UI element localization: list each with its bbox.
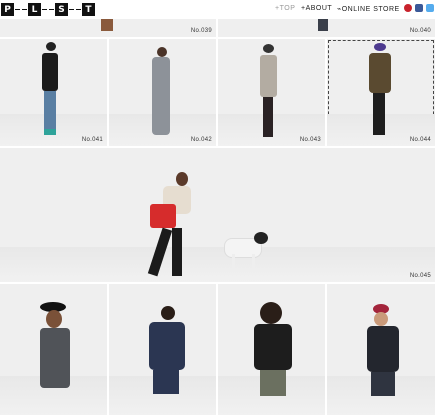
look-tile-039[interactable]: No.039 [0,19,216,37]
pinterest-icon[interactable] [404,4,412,12]
model-figure [263,44,274,53]
header-bar: P L S T +TOP +ABOUT ⌁ONLINE STORE [0,0,435,19]
model-figure [260,55,277,97]
nav-top-link[interactable]: +TOP [275,5,295,12]
look-tile-bottom-2[interactable] [109,284,216,415]
look-tile-bottom-4[interactable] [327,284,435,415]
model-figure [260,370,286,396]
look-tile-040[interactable]: No.040 [218,19,435,37]
look-number: No.039 [190,28,212,34]
model-figure [46,42,56,51]
model-figure [263,97,273,137]
nav-about-link[interactable]: +ABOUT [301,5,332,12]
logo-letter-p: P [1,3,14,16]
dog-figure [252,254,255,270]
look-tile-044[interactable]: No.044 [327,39,435,146]
look-number: No.041 [81,137,103,143]
look-number: No.040 [409,28,431,34]
logo-letter-l: L [28,3,41,16]
look-tile-043[interactable]: No.043 [218,39,325,146]
model-figure [157,47,167,57]
model-figure [161,306,175,320]
look-number: No.045 [409,273,431,279]
dog-figure [254,232,268,244]
model-figure [153,370,179,394]
model-figure [373,93,385,135]
model-figure [369,53,391,93]
model-figure [46,310,62,328]
look-number: No.043 [299,137,321,143]
model-figure [176,172,188,186]
figure-boots [318,19,328,31]
model-figure [374,312,388,326]
model-figure [40,328,70,388]
nav-online-store-link[interactable]: ⌁ONLINE STORE [337,5,400,13]
nav-online-store-label: ONLINE STORE [341,6,400,13]
nav-about-label: ABOUT [305,5,333,12]
look-tile-bottom-3[interactable] [218,284,325,415]
model-figure [44,91,56,129]
facebook-icon[interactable] [415,4,423,12]
logo-letter-s: S [55,3,68,16]
logo-letter-t: T [82,3,95,16]
model-figure [44,129,56,135]
model-figure [374,43,386,51]
look-number: No.042 [190,137,212,143]
model-figure [149,322,185,370]
model-figure [254,324,292,370]
twitter-icon[interactable] [426,4,434,12]
look-number: No.044 [409,137,431,143]
look-tile-bottom-1[interactable] [0,284,107,415]
look-tile-042[interactable]: No.042 [109,39,216,146]
model-figure [152,57,170,135]
nav-top-label: TOP [279,5,296,12]
model-figure [371,372,395,396]
model-figure [150,204,176,228]
model-figure [367,326,399,372]
model-figure [260,302,282,324]
model-figure [42,53,58,91]
plst-logo[interactable]: P L S T [1,3,95,16]
featured-look-tile-045[interactable]: No.045 [0,148,435,282]
dog-figure [232,254,235,270]
figure-boots [101,19,113,31]
model-figure [172,228,182,276]
look-tile-041[interactable]: No.041 [0,39,107,146]
